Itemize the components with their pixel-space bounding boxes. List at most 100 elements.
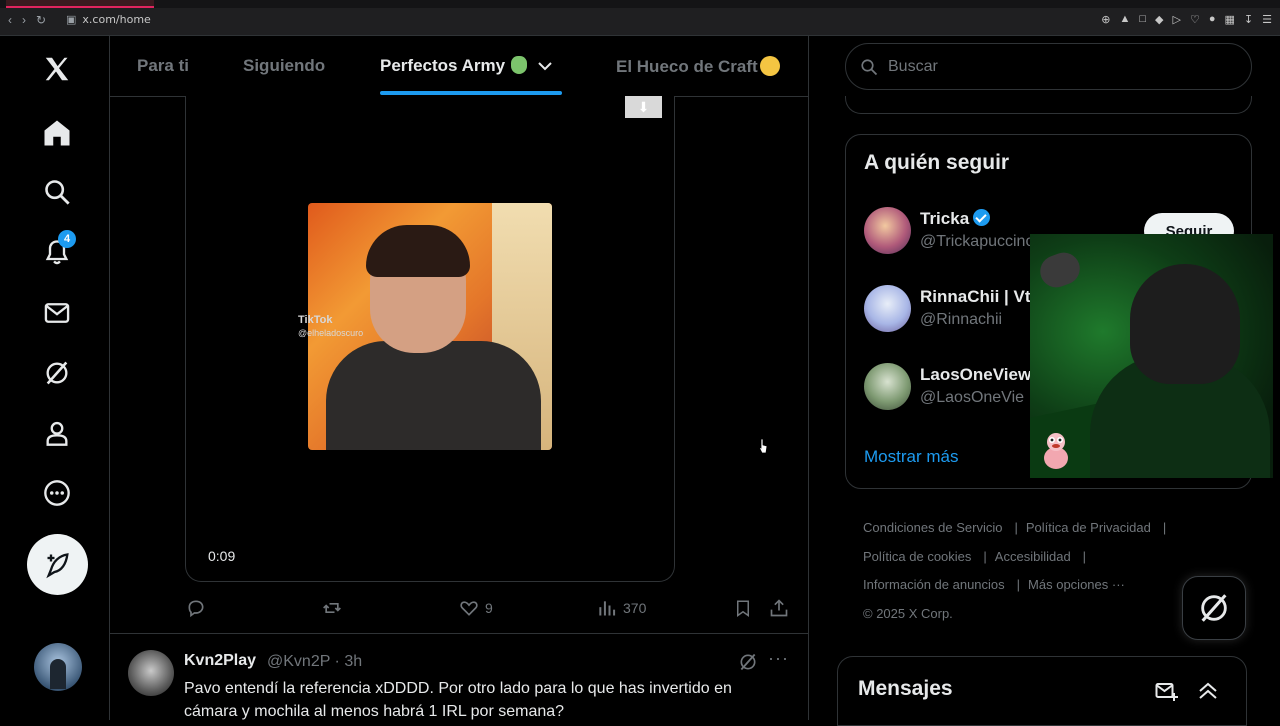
reply-author-handle[interactable]: @Kvn2P · 3h — [267, 653, 362, 671]
like-button[interactable]: 9 — [459, 598, 493, 618]
tab-el-hueco-de-craft[interactable]: El Hueco de Craft — [616, 56, 780, 77]
timeline-tabs: Para ti Siguiendo Perfectos Army El Huec… — [110, 36, 808, 97]
footer-link[interactable]: Más opciones ··· — [1028, 577, 1125, 592]
download-icon[interactable]: ↧ — [1244, 13, 1253, 26]
bookmark-icon — [737, 600, 749, 617]
expand-up-icon[interactable] — [1196, 679, 1220, 703]
browser-toolbar: ‹ › ↻ ▣ x.com/home ⊕ ▲ □ ◆ ▷ ♡ ● ▦ ↧ ☰ — [0, 0, 1280, 36]
feather-icon — [45, 552, 69, 578]
share-icon — [770, 599, 788, 617]
new-message-icon[interactable] — [1154, 679, 1178, 703]
account-name[interactable]: Tricka — [920, 209, 991, 229]
x-logo-icon[interactable] — [28, 44, 86, 94]
compose-post-button[interactable] — [27, 534, 88, 595]
browser-tab[interactable] — [6, 0, 154, 8]
menu-icon[interactable]: ☰ — [1262, 13, 1272, 26]
footer-link[interactable]: Información de anuncios — [863, 577, 1005, 592]
search-placeholder: Buscar — [888, 57, 938, 75]
post-actions: 9 370 — [110, 596, 808, 620]
browser-nav: ‹ › ↻ — [8, 13, 46, 27]
footer-separator: | — [1014, 520, 1018, 535]
tab-label: Perfectos Army — [380, 56, 506, 75]
footer-separator: | — [983, 548, 987, 564]
like-count: 9 — [485, 600, 493, 616]
messages-drawer[interactable]: Mensajes — [837, 656, 1247, 726]
more-icon[interactable] — [28, 468, 86, 518]
mouse-cursor-icon — [758, 438, 768, 454]
tiktok-watermark: TikTok @elheladoscuro — [298, 314, 363, 338]
heart-icon — [460, 601, 478, 616]
account-avatar[interactable] — [34, 643, 82, 691]
footer-separator: | — [1016, 577, 1021, 592]
shield-icon[interactable]: ◆ — [1155, 13, 1163, 26]
timeline: Para ti Siguiendo Perfectos Army El Huec… — [110, 36, 809, 720]
account-handle: @Rinnachii — [920, 311, 1003, 328]
play-icon[interactable]: ▷ — [1173, 13, 1181, 26]
account-avatar[interactable] — [864, 207, 911, 254]
messages-title: Mensajes — [858, 677, 953, 700]
zoom-icon[interactable]: ⊕ — [1101, 13, 1110, 26]
account-avatar[interactable] — [864, 285, 911, 332]
tab-perfectos-army[interactable]: Perfectos Army — [380, 56, 553, 76]
active-tab-indicator — [380, 91, 562, 95]
grok-floating-button[interactable] — [1182, 576, 1246, 640]
footer-link[interactable]: Política de Privacidad — [1026, 520, 1151, 535]
video-person-body — [326, 341, 541, 450]
tab-siguiendo[interactable]: Siguiendo — [243, 56, 325, 76]
footer-row: Condiciones de Servicio | Política de Priv… — [863, 514, 1243, 543]
reply-author-name[interactable]: Kvn2Play — [184, 652, 256, 670]
forward-icon[interactable]: › — [22, 13, 26, 27]
footer-link[interactable]: Accesibilidad — [995, 549, 1071, 564]
footer-link[interactable]: Política de cookies — [863, 549, 971, 564]
profile-icon[interactable] — [28, 408, 86, 458]
extension-bar: ⊕ ▲ □ ◆ ▷ ♡ ● ▦ ↧ ☰ — [1101, 13, 1272, 26]
messages-icon[interactable] — [28, 288, 86, 338]
account-name[interactable]: RinnaChii | Vt — [920, 287, 1031, 307]
reload-icon[interactable]: ↻ — [36, 13, 46, 27]
home-icon[interactable] — [28, 108, 86, 158]
left-navigation: 4 — [0, 36, 110, 720]
chevron-down-icon[interactable] — [537, 60, 553, 72]
who-to-follow-title: A quién seguir — [864, 151, 1010, 174]
footer-link[interactable]: Condiciones de Servicio — [863, 520, 1002, 535]
tiktok-handle: @elheladoscuro — [298, 328, 364, 338]
tab-label: El Hueco de Craft — [616, 57, 758, 76]
share-button[interactable] — [769, 598, 789, 618]
back-icon[interactable]: ‹ — [8, 13, 12, 27]
repost-icon — [323, 603, 341, 613]
extension-icon[interactable]: ● — [1209, 13, 1216, 26]
reply-text: Pavo entendí la referencia xDDDD. Por ot… — [184, 680, 732, 720]
account-name[interactable]: LaosOneView — [920, 365, 1031, 385]
puzzle-icon[interactable]: ▦ — [1225, 13, 1235, 26]
tab-para-ti[interactable]: Para ti — [137, 56, 189, 76]
pin-icon[interactable]: ▲ — [1119, 13, 1130, 26]
reply-post[interactable]: Kvn2Play @Kvn2P · 3h ··· Pavo entendí la… — [110, 634, 808, 720]
bookmark-button[interactable] — [734, 598, 752, 618]
lock-icon: ▣ — [66, 13, 77, 26]
url-text: x.com/home — [82, 13, 151, 26]
footer-row: Política de cookies | Accesibilidad | — [863, 543, 1243, 572]
address-bar[interactable]: ▣ x.com/home — [66, 13, 151, 26]
download-icon[interactable]: ⬇ — [625, 96, 662, 118]
footer-separator: | — [1082, 548, 1087, 564]
footer-separator: | — [1162, 520, 1167, 535]
reply-avatar[interactable] — [128, 650, 174, 696]
heart-icon[interactable]: ♡ — [1190, 13, 1200, 26]
reply-button[interactable] — [186, 598, 212, 618]
views-icon — [599, 601, 616, 616]
grok-icon[interactable] — [28, 348, 86, 398]
search-icon[interactable] — [28, 167, 86, 217]
search-box[interactable]: Buscar — [845, 43, 1252, 90]
views-button[interactable]: 370 — [597, 598, 646, 618]
screenshot-icon[interactable]: □ — [1139, 13, 1146, 26]
repost-button[interactable] — [321, 598, 349, 618]
video-person-hair — [366, 225, 470, 277]
account-avatar[interactable] — [864, 363, 911, 410]
account-handle: @LaosOneVie — [920, 389, 1025, 406]
show-more-link[interactable]: Mostrar más — [864, 447, 958, 467]
notifications-icon[interactable] — [28, 227, 86, 277]
more-options-icon[interactable]: ··· — [768, 648, 789, 669]
account-name-text: Tricka — [920, 209, 970, 228]
reply-icon — [188, 600, 204, 618]
grok-icon[interactable] — [738, 652, 758, 672]
